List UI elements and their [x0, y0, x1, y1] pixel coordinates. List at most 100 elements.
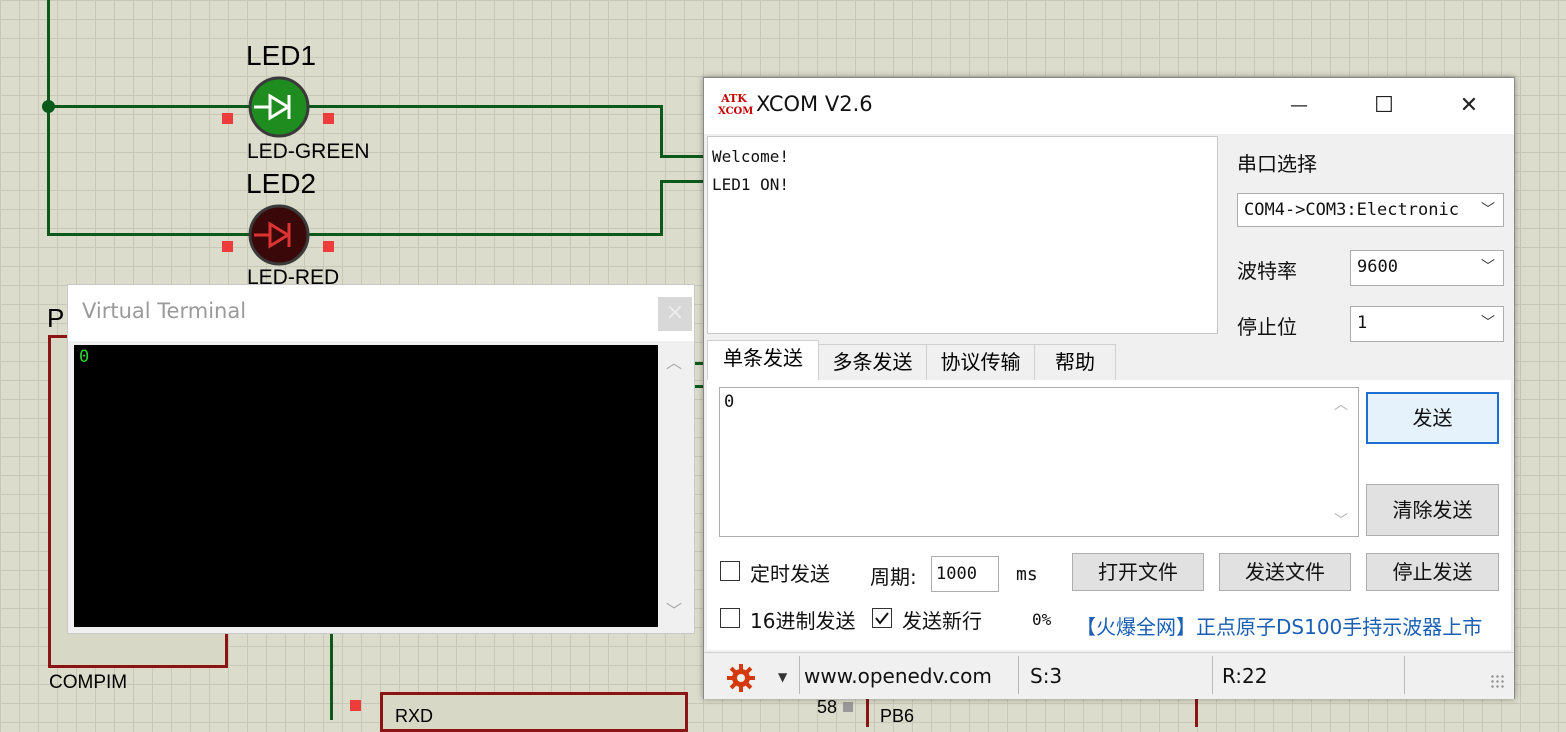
- send-button[interactable]: 发送: [1366, 392, 1499, 444]
- led-diode-icon: [248, 76, 310, 138]
- wire-lower-vertical: [330, 632, 333, 720]
- chevron-down-icon: ﹀: [1481, 259, 1495, 275]
- stopbit-select[interactable]: 1 ﹀: [1350, 306, 1504, 342]
- virtual-terminal-text: 0: [79, 347, 90, 367]
- port-select[interactable]: COM4->COM3:Electronic ﹀: [1237, 193, 1504, 227]
- close-button[interactable]: ✕: [1444, 88, 1494, 124]
- led-diode-icon: [248, 204, 310, 266]
- status-received: R:22: [1222, 664, 1268, 688]
- wire-top-horizontal: [47, 105, 663, 108]
- scroll-up-icon[interactable]: ︿: [666, 349, 682, 373]
- receive-line: LED1 ON!: [712, 175, 790, 194]
- minimize-button[interactable]: —: [1274, 88, 1324, 124]
- chevron-down-icon: ﹀: [1481, 315, 1495, 331]
- maximize-button[interactable]: ☐: [1359, 88, 1409, 124]
- close-icon: ✕: [1459, 93, 1479, 118]
- baud-value: 9600: [1357, 257, 1398, 277]
- baud-select[interactable]: 9600 ﹀: [1350, 250, 1504, 286]
- hex-send-label: 16进制发送: [750, 609, 856, 633]
- resize-grip-icon[interactable]: [1490, 674, 1506, 690]
- timed-send-label: 定时发送: [750, 562, 830, 586]
- xcom-logo-bottom: XCOM: [718, 106, 754, 117]
- open-file-button[interactable]: 打开文件: [1072, 553, 1204, 591]
- xcom-title: XCOM V2.6: [756, 92, 873, 116]
- pb6-label: PB6: [880, 706, 915, 726]
- tab-help[interactable]: 帮助: [1034, 344, 1116, 380]
- compim-p-label: P: [47, 303, 65, 333]
- led2-label: LED2: [246, 168, 317, 199]
- virtual-terminal-scrollbar[interactable]: ︿ ﹀: [660, 345, 690, 627]
- timed-send-checkbox[interactable]: [720, 561, 740, 581]
- status-separator: [1404, 656, 1405, 694]
- pin58-label: 58: [817, 697, 838, 717]
- chevron-down-icon: ﹀: [1481, 202, 1495, 218]
- junction-dot: [42, 100, 55, 113]
- led1-green[interactable]: [248, 76, 310, 138]
- stopbit-label: 停止位: [1237, 315, 1297, 339]
- rxd-label: RXD: [395, 706, 434, 726]
- wire-left-vertical: [47, 0, 50, 236]
- period-label: 周期:: [870, 565, 917, 589]
- wire-right-vertical-2: [660, 180, 663, 236]
- settings-dropdown[interactable]: ▼: [778, 670, 787, 684]
- led2-terminal-right: [323, 241, 334, 252]
- led2-terminal-left: [222, 241, 233, 252]
- status-sent: S:3: [1030, 664, 1063, 688]
- scroll-down-icon[interactable]: ﹀: [1334, 510, 1348, 530]
- wire-bottom-horizontal: [47, 233, 663, 236]
- progress-text: 0%: [1032, 610, 1052, 629]
- virtual-terminal-window[interactable]: Virtual Terminal × 0 ︿ ﹀: [67, 284, 695, 634]
- virtual-terminal-titlebar[interactable]: Virtual Terminal ×: [68, 285, 694, 341]
- receive-line: Welcome!: [712, 147, 790, 166]
- xcom-logo-top: ATK: [721, 92, 747, 105]
- send-file-button[interactable]: 发送文件: [1219, 553, 1351, 591]
- gear-icon: [727, 664, 755, 692]
- send-text-area[interactable]: 0 ︿ ﹀: [719, 387, 1359, 537]
- period-unit: ms: [1016, 564, 1038, 585]
- compim-label: COMPIM: [49, 672, 128, 693]
- wire-right-h1: [660, 155, 704, 158]
- check-icon: [875, 612, 889, 625]
- settings-button[interactable]: [726, 663, 760, 693]
- xcom-titlebar[interactable]: ATK XCOM XCOM V2.6 — ☐ ✕: [704, 78, 1514, 134]
- xcom-window[interactable]: ATK XCOM XCOM V2.6 — ☐ ✕ Welcome! LED1 O…: [703, 77, 1515, 699]
- port-select-value: COM4->COM3:Electronic: [1244, 200, 1459, 220]
- led1-terminal-right: [323, 113, 334, 124]
- scroll-down-icon[interactable]: ﹀: [666, 597, 682, 621]
- virtual-terminal-title: Virtual Terminal: [82, 299, 247, 323]
- mcu-component-right[interactable]: [866, 697, 1198, 727]
- virtual-terminal-screen[interactable]: 0: [74, 345, 658, 627]
- clear-send-button[interactable]: 清除发送: [1366, 484, 1499, 536]
- send-text: 0: [724, 392, 735, 412]
- ad-link[interactable]: 【火爆全网】正点原子DS100手持示波器上市: [1076, 611, 1482, 640]
- maximize-icon: ☐: [1374, 93, 1394, 118]
- hex-send-checkbox[interactable]: [720, 608, 740, 628]
- xcom-logo: ATK XCOM: [718, 92, 754, 120]
- tab-single-send[interactable]: 单条发送: [707, 340, 819, 382]
- receive-area[interactable]: Welcome! LED1 ON!: [707, 136, 1218, 334]
- minimize-icon: —: [1290, 95, 1308, 116]
- stop-send-button[interactable]: 停止发送: [1366, 553, 1499, 591]
- status-url[interactable]: www.openedv.com: [804, 664, 992, 688]
- port-select-label: 串口选择: [1237, 152, 1317, 176]
- led1-type-label: LED-GREEN: [247, 140, 370, 163]
- scroll-up-icon[interactable]: ︿: [1334, 394, 1348, 414]
- status-separator: [1212, 656, 1213, 694]
- status-separator: [799, 656, 800, 694]
- wire-right-h2: [660, 180, 704, 183]
- led2-red[interactable]: [248, 204, 310, 266]
- close-icon: ×: [665, 300, 685, 325]
- tab-protocol[interactable]: 协议传输: [926, 344, 1035, 380]
- tab-multi-send[interactable]: 多条发送: [818, 344, 927, 380]
- pin58-marker: [843, 702, 853, 712]
- period-input[interactable]: 1000: [931, 556, 999, 592]
- baud-label: 波特率: [1237, 259, 1297, 283]
- status-separator: [1018, 656, 1019, 694]
- led1-terminal-left: [222, 113, 233, 124]
- newline-checkbox[interactable]: [872, 608, 892, 628]
- led1-label: LED1: [246, 40, 317, 71]
- virtual-terminal-close-button[interactable]: ×: [658, 297, 692, 331]
- newline-label: 发送新行: [902, 609, 982, 633]
- terminal-pin-marker: [350, 700, 361, 711]
- stopbit-value: 1: [1357, 313, 1368, 333]
